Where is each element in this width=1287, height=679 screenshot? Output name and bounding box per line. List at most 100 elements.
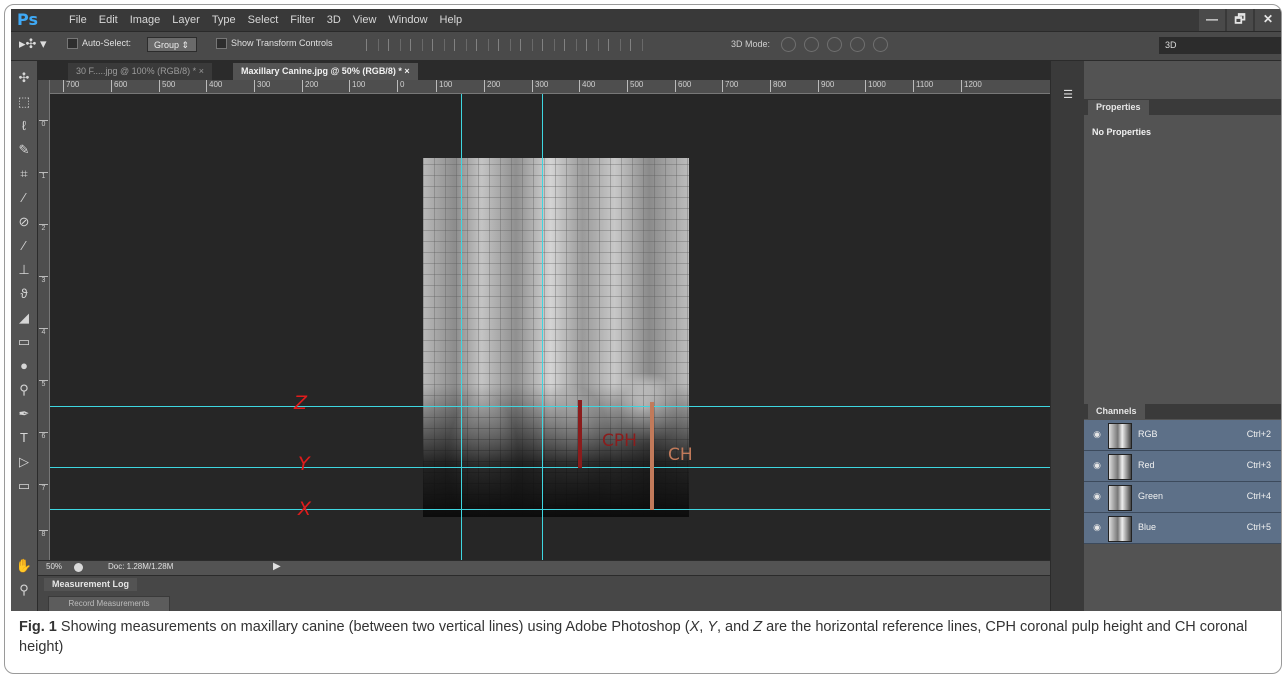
menu-edit[interactable]: Edit xyxy=(93,9,124,31)
quick-select-tool-icon[interactable]: ✎ xyxy=(15,141,33,159)
vertical-guide-left[interactable] xyxy=(461,94,462,560)
guide-y[interactable] xyxy=(50,467,1050,468)
channel-name: RGB xyxy=(1138,429,1158,439)
distribute-top-icon[interactable] xyxy=(498,39,511,51)
tab-30f-label: 30 F.....jpg @ 100% (RGB/8) * xyxy=(76,66,197,76)
align-bottom-icon[interactable] xyxy=(410,39,423,51)
record-measurements-button[interactable]: Record Measurements xyxy=(48,596,170,611)
ruler-tick: 600 xyxy=(111,80,127,92)
zoom-level[interactable]: 50% xyxy=(46,562,62,571)
align-left-icon[interactable] xyxy=(432,39,445,51)
restore-button[interactable]: 🗗 xyxy=(1227,9,1253,31)
channel-thumbnail xyxy=(1108,485,1132,511)
status-arrow-icon[interactable]: ▶ xyxy=(273,561,281,572)
align-right-icon[interactable] xyxy=(476,39,489,51)
eye-icon[interactable]: ◉ xyxy=(1092,491,1102,501)
caption-y: Y xyxy=(707,619,717,635)
distribute-hcenter-icon[interactable] xyxy=(586,39,599,51)
align-vcenter-icon[interactable] xyxy=(388,39,401,51)
info-icon[interactable] xyxy=(74,563,83,572)
path-select-tool-icon[interactable]: ▷ xyxy=(15,453,33,471)
align-icons xyxy=(366,39,643,51)
align-hcenter-icon[interactable] xyxy=(454,39,467,51)
menu-image[interactable]: Image xyxy=(124,9,167,31)
3d-slide-icon[interactable] xyxy=(850,37,865,52)
menu-select[interactable]: Select xyxy=(242,9,285,31)
tab-maxillary-canine[interactable]: Maxillary Canine.jpg @ 50% (RGB/8) * × xyxy=(233,63,418,80)
tab-30f[interactable]: 30 F.....jpg @ 100% (RGB/8) * × xyxy=(68,63,212,80)
group-select[interactable]: Group ⇕ xyxy=(147,37,197,52)
document-canvas[interactable]: Z Y X CPH CH xyxy=(50,94,1050,560)
healing-brush-tool-icon[interactable]: ⊘ xyxy=(15,213,33,231)
marquee-tool-icon[interactable]: ⬚ xyxy=(15,93,33,111)
channel-row-blue[interactable]: ◉ Blue Ctrl+5 xyxy=(1084,513,1281,544)
ruler-top[interactable]: 700 600 500 400 300 200 100 0 100 200 30… xyxy=(49,80,1050,94)
workspace-select[interactable]: 3D xyxy=(1159,37,1281,54)
channel-row-green[interactable]: ◉ Green Ctrl+4 xyxy=(1084,482,1281,513)
channel-row-rgb[interactable]: ◉ RGB Ctrl+2 xyxy=(1084,420,1281,451)
auto-select-option[interactable]: Auto-Select: xyxy=(67,38,131,50)
minimize-button[interactable]: — xyxy=(1199,9,1225,31)
3d-scale-icon[interactable] xyxy=(873,37,888,52)
stamp-tool-icon[interactable]: ⊥ xyxy=(15,261,33,279)
properties-panel-icon[interactable]: ☰ xyxy=(1061,88,1075,102)
caption-z: Z xyxy=(753,619,763,635)
menu-file[interactable]: File xyxy=(63,9,93,31)
history-brush-tool-icon[interactable]: ϑ xyxy=(15,285,33,303)
eraser-tool-icon[interactable]: ◢ xyxy=(15,309,33,327)
crop-tool-icon[interactable]: ⌗ xyxy=(15,165,33,183)
channel-row-red[interactable]: ◉ Red Ctrl+3 xyxy=(1084,451,1281,482)
distribute-left-icon[interactable] xyxy=(564,39,577,51)
3d-roll-icon[interactable] xyxy=(804,37,819,52)
ruler-tick: 100 xyxy=(349,80,365,92)
distribute-bottom-icon[interactable] xyxy=(542,39,555,51)
hand-tool-icon[interactable]: ✋ xyxy=(15,557,33,575)
eyedropper-tool-icon[interactable]: ⁄ xyxy=(15,189,33,207)
auto-select-checkbox[interactable] xyxy=(67,38,78,50)
measurement-log-tab[interactable]: Measurement Log xyxy=(44,578,138,591)
close-button[interactable]: ✕ xyxy=(1255,9,1281,31)
lasso-tool-icon[interactable]: ℓ xyxy=(15,117,33,135)
3d-rotate-icon[interactable] xyxy=(781,37,796,52)
distribute-vcenter-icon[interactable] xyxy=(520,39,533,51)
zoom-tool-icon[interactable]: ⚲ xyxy=(15,581,33,599)
show-transform-checkbox[interactable] xyxy=(216,38,227,50)
dodge-tool-icon[interactable]: ⚲ xyxy=(15,381,33,399)
ruler-tick: 0 xyxy=(397,80,404,92)
shape-tool-icon[interactable]: ▭ xyxy=(15,477,33,495)
properties-tab[interactable]: Properties xyxy=(1088,100,1149,115)
auto-align-icon[interactable] xyxy=(630,39,643,51)
menu-help[interactable]: Help xyxy=(434,9,469,31)
align-top-icon[interactable] xyxy=(366,39,379,51)
vertical-guide-right[interactable] xyxy=(542,94,543,560)
brush-tool-icon[interactable]: ∕ xyxy=(15,237,33,255)
move-tool-icon[interactable]: ▸✣ ▾ xyxy=(19,36,47,52)
menu-3d[interactable]: 3D xyxy=(321,9,347,31)
menu-type[interactable]: Type xyxy=(206,9,242,31)
ruler-left[interactable]: 0 1 2 3 4 5 6 7 8 xyxy=(38,80,50,560)
menu-view[interactable]: View xyxy=(347,9,383,31)
menu-layer[interactable]: Layer xyxy=(166,9,206,31)
caption-sep2: , and xyxy=(716,619,754,635)
distribute-right-icon[interactable] xyxy=(608,39,621,51)
document-tabs: 30 F.....jpg @ 100% (RGB/8) * × Maxillar… xyxy=(38,61,1050,80)
menu-window[interactable]: Window xyxy=(382,9,433,31)
3d-drag-icon[interactable] xyxy=(827,37,842,52)
pen-tool-icon[interactable]: ✒ xyxy=(15,405,33,423)
channel-shortcut: Ctrl+5 xyxy=(1246,522,1271,532)
move-tool-icon[interactable]: ✣ xyxy=(15,69,33,87)
measurement-log-panel: Measurement Log Record Measurements xyxy=(38,575,1050,611)
eye-icon[interactable]: ◉ xyxy=(1092,429,1102,439)
menu-filter[interactable]: Filter xyxy=(284,9,320,31)
guide-x[interactable] xyxy=(50,509,1050,510)
ruler-tick: 200 xyxy=(302,80,318,92)
eye-icon[interactable]: ◉ xyxy=(1092,522,1102,532)
channels-tab[interactable]: Channels xyxy=(1088,404,1145,419)
show-transform-option[interactable]: Show Transform Controls xyxy=(216,38,333,50)
type-tool-icon[interactable]: T xyxy=(15,429,33,447)
guide-z[interactable] xyxy=(50,406,1050,407)
channel-name: Green xyxy=(1138,491,1164,501)
eye-icon[interactable]: ◉ xyxy=(1092,460,1102,470)
gradient-tool-icon[interactable]: ▭ xyxy=(15,333,33,351)
blur-tool-icon[interactable]: ● xyxy=(15,357,33,375)
